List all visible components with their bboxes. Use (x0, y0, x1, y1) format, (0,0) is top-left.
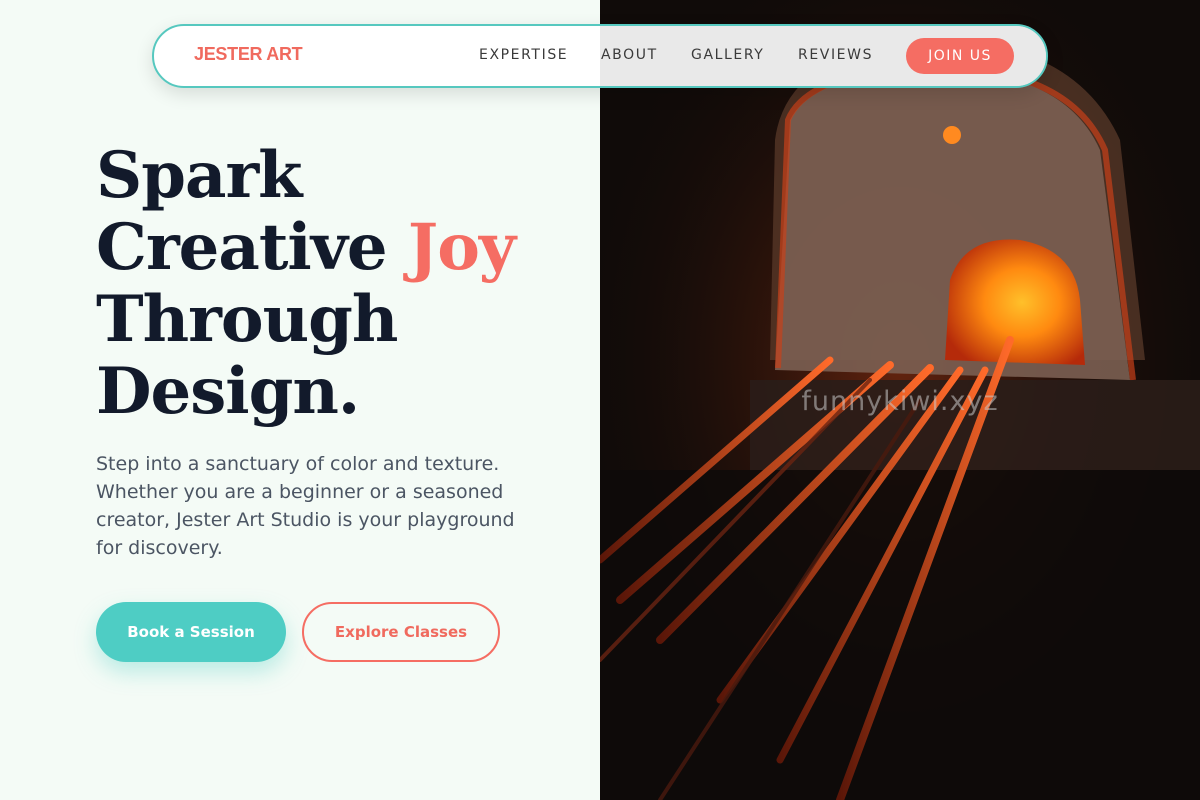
top-navigation: JESTER ART EXPERTISE ABOUT GALLERY REVIE… (152, 24, 1048, 88)
headline-accent-word: Joy (407, 210, 516, 285)
watermark-text: funnykiwi.xyz (801, 386, 999, 417)
nav-link-gallery[interactable]: GALLERY (691, 47, 764, 63)
nav-link-about[interactable]: ABOUT (601, 47, 658, 63)
headline-line-2-prefix: Creative (96, 210, 408, 285)
nav-link-reviews[interactable]: REVIEWS (798, 47, 873, 63)
headline-line-3: Through (96, 282, 398, 357)
hero-intro-text: Step into a sanctuary of color and textu… (96, 453, 515, 559)
hero-headline: Spark Creative Joy Through Design. (96, 138, 516, 429)
book-session-button[interactable]: Book a Session (96, 602, 286, 662)
headline-line-2: Creative Joy (96, 210, 516, 285)
nav-link-expertise[interactable]: EXPERTISE (479, 47, 568, 63)
explore-classes-button[interactable]: Explore Classes (302, 602, 500, 662)
headline-line-4: Design. (96, 354, 360, 429)
headline-line-1: Spark (96, 138, 303, 213)
join-us-button[interactable]: JOIN US (906, 38, 1014, 74)
brand-logo[interactable]: JESTER ART (194, 44, 303, 65)
